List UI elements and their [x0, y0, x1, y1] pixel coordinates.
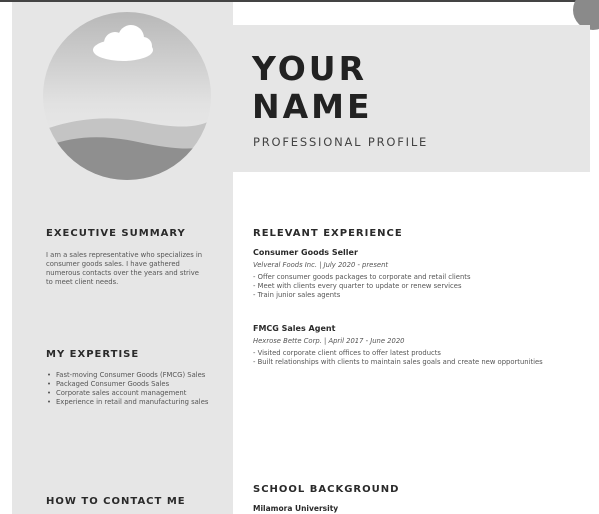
experience-heading: RELEVANT EXPERIENCE [253, 228, 403, 239]
name-line-1: YOUR [252, 49, 367, 88]
summary-heading: EXECUTIVE SUMMARY [46, 228, 186, 239]
expertise-item: Corporate sales account management [46, 389, 218, 398]
job-duty: - Offer consumer goods packages to corpo… [253, 273, 471, 281]
job-duty: - Meet with clients every quarter to upd… [253, 282, 462, 290]
landscape-photo-icon [43, 12, 211, 180]
job-duty: - Built relationships with clients to ma… [253, 358, 543, 366]
name-line-2: NAME [252, 87, 373, 126]
expertise-item: Experience in retail and manufacturing s… [46, 398, 218, 407]
school-name: Milamora University [253, 504, 339, 513]
summary-text: I am a sales representative who speciali… [46, 251, 203, 286]
expertise-list: Fast-moving Consumer Goods (FMCG) Sales … [46, 371, 218, 407]
job-duties: - Offer consumer goods packages to corpo… [253, 273, 553, 300]
expertise-item: Packaged Consumer Goods Sales [46, 380, 218, 389]
job-title: Consumer Goods Seller [253, 248, 358, 257]
job-meta: Velveral Foods Inc. | July 2020 - presen… [253, 261, 389, 269]
job-duty: - Visited corporate client offices to of… [253, 349, 441, 357]
expertise-heading: MY EXPERTISE [46, 349, 140, 360]
job-duties: - Visited corporate client offices to of… [253, 349, 553, 367]
job-duty: - Train junior sales agents [253, 291, 341, 299]
expertise-item: Fast-moving Consumer Goods (FMCG) Sales [46, 371, 218, 380]
job-meta: Hexrose Bette Corp. | April 2017 - June … [253, 337, 405, 345]
contact-heading: HOW TO CONTACT ME [46, 496, 186, 507]
education-heading: SCHOOL BACKGROUND [253, 484, 400, 495]
profile-subtitle: PROFESSIONAL PROFILE [253, 135, 429, 149]
profile-photo-placeholder[interactable] [43, 12, 211, 180]
job-title: FMCG Sales Agent [253, 324, 336, 333]
